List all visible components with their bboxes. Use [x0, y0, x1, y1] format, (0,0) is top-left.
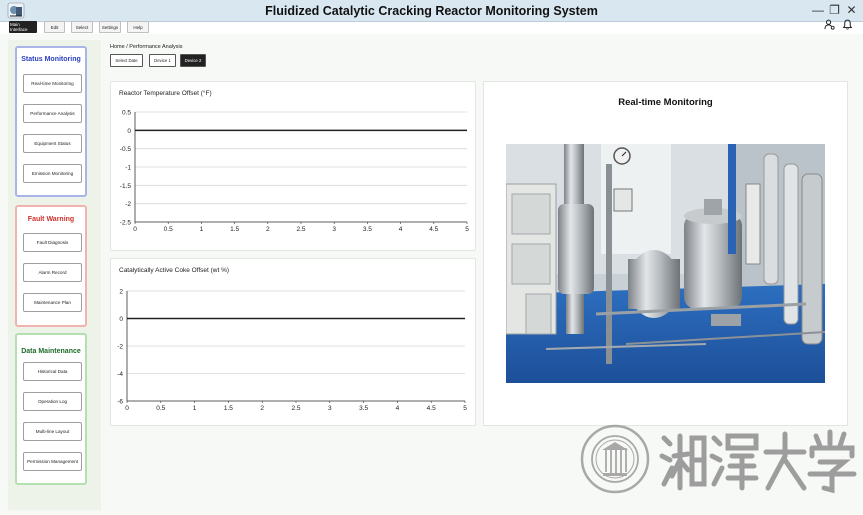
minimize-button[interactable]: — [812, 3, 824, 17]
panel-status-monitoring: Status Monitoring Real-time Monitoring P… [15, 46, 87, 197]
y-tick-label: -2 [117, 344, 123, 351]
nav-emission-monitoring[interactable]: Emission Monitoring [23, 164, 82, 183]
x-tick-label: 4.5 [427, 405, 436, 412]
nav-performance-analysis[interactable]: Performance Analysis [23, 104, 82, 123]
reactor-photo [506, 144, 825, 383]
x-tick-label: 2 [260, 405, 264, 412]
x-tick-label: 5 [465, 226, 469, 233]
realtime-title: Real-time Monitoring [618, 97, 713, 108]
nav-maintenance-plan[interactable]: Maintenance Plan [23, 293, 82, 312]
x-tick-label: 0 [133, 226, 137, 233]
panel-title-data-maintenance: Data Maintenance [21, 348, 81, 355]
menu-select[interactable]: Select [71, 21, 93, 33]
coke-offset-chart: 20-2-4-60 0.5 1 1.5 2 2.5 3 3.5 4 4.5 5 [117, 289, 467, 413]
x-tick-label: 0.5 [156, 405, 165, 412]
y-tick-label: -2 [125, 201, 131, 208]
menu-bar: Main Interface Edit Select Settings Help [0, 21, 863, 34]
x-tick-label: 3.5 [359, 405, 368, 412]
nav-multi-line-layout[interactable]: Multi-line Layout [23, 422, 82, 441]
bell-icon[interactable] [842, 19, 853, 30]
nav-fault-diagnosis[interactable]: Fault Diagnosis [23, 233, 82, 252]
chart-card-coke-offset: Catalytically Active Coke Offset (wt %) … [110, 258, 476, 426]
x-tick-label: 5 [463, 405, 467, 412]
y-tick-label: 0.5 [122, 110, 131, 117]
nav-permission-management[interactable]: Permission Management [23, 452, 82, 471]
y-tick-label: -2.5 [120, 220, 132, 227]
x-tick-label: 4.5 [429, 226, 438, 233]
nav-alarm-record[interactable]: Alarm Record [23, 263, 82, 282]
nav-historical-data[interactable]: Historical Data [23, 362, 82, 381]
y-tick-label: 0 [119, 316, 123, 323]
panel-title-fault-warning: Fault Warning [27, 216, 75, 223]
nav-operation-log[interactable]: Operation Log [23, 392, 82, 411]
nav-equipment-status[interactable]: Equipment Status [23, 134, 82, 153]
menu-main-interface[interactable]: Main Interface [9, 21, 37, 33]
x-tick-label: 2 [266, 226, 270, 233]
y-tick-label: 0 [127, 128, 131, 135]
x-tick-label: 3 [328, 405, 332, 412]
close-button[interactable]: ✕ [846, 3, 857, 17]
x-tick-label: 1.5 [230, 226, 239, 233]
x-tick-label: 2.5 [296, 226, 305, 233]
x-tick-label: 4 [399, 226, 403, 233]
chart-card-reactor-temperature: Reactor Temperature Offset (°F) 0.5 0 -0.5… [110, 81, 476, 251]
x-tick-label: 2.5 [291, 405, 300, 412]
x-tick-label: 4 [396, 405, 400, 412]
window-controls: — ❐ ✕ [812, 3, 857, 17]
menu-help[interactable]: Help [127, 21, 149, 33]
top-right-icons [824, 19, 853, 30]
x-tick-label: 1 [200, 226, 204, 233]
panel-data-maintenance: Data Maintenance Historical Data Operati… [15, 333, 87, 485]
title-bar: Fluidized Catalytic Cracking Reactor Mon… [0, 0, 863, 22]
x-tick-label: 3 [332, 226, 336, 233]
menu-edit[interactable]: Edit [44, 21, 65, 33]
nav-realtime-monitoring[interactable]: Real-time Monitoring [23, 74, 82, 93]
y-tick-label: -1.5 [120, 183, 132, 190]
device-1-button[interactable]: Device 1 [149, 54, 176, 67]
university-seal-logo [580, 424, 650, 494]
x-tick-label: 0 [125, 405, 129, 412]
x-tick-label: 1.5 [224, 405, 233, 412]
y-tick-label: 2 [119, 289, 123, 296]
breadcrumb: Home / Performance Analysis [110, 44, 183, 50]
y-tick-label: -1 [125, 165, 131, 172]
window-title: Fluidized Catalytic Cracking Reactor Mon… [265, 4, 598, 18]
university-wordmark-logo [659, 429, 857, 494]
menu-settings[interactable]: Settings [99, 21, 121, 33]
realtime-monitoring-card: Real-time Monitoring [483, 81, 848, 426]
panel-title-status-monitoring: Status Monitoring [21, 56, 81, 63]
x-tick-label: 3.5 [363, 226, 372, 233]
user-settings-icon[interactable] [824, 19, 835, 30]
y-tick-label: -6 [117, 399, 123, 406]
reactor-temperature-chart: 0.50-0.5-1-1.5-2-2.50 0.5 1 1.5 2 2.5 3 3.5 4 4.5… [120, 110, 469, 234]
x-tick-label: 1 [193, 405, 197, 412]
device-2-button[interactable]: Device 2 [180, 54, 206, 67]
select-date-button[interactable]: Select Date [110, 54, 143, 67]
panel-fault-warning: Fault Warning Fault Diagnosis Alarm Reco… [15, 205, 87, 327]
y-tick-label: -0.5 [120, 146, 132, 153]
y-tick-label: -4 [117, 371, 123, 378]
x-tick-label: 0.5 [164, 226, 173, 233]
maximize-button[interactable]: ❐ [829, 3, 840, 17]
